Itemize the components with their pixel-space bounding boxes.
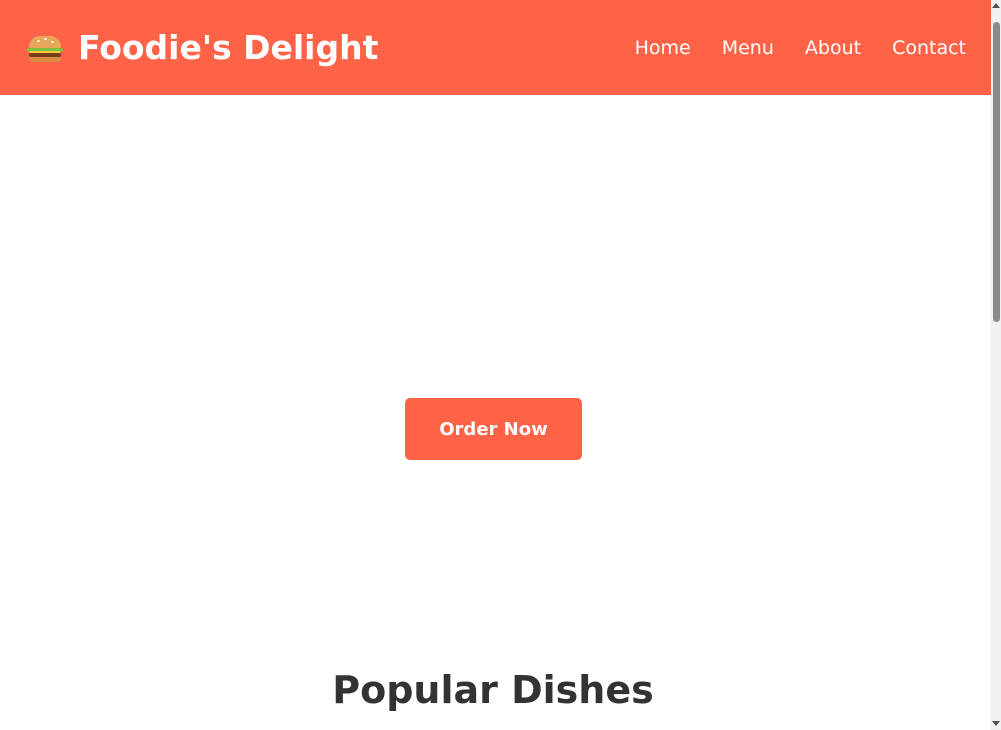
hamburger-icon bbox=[26, 33, 64, 63]
browser-viewport: Foodie's Delight Home Menu About Contact… bbox=[0, 0, 1001, 730]
order-now-button[interactable]: Order Now bbox=[405, 398, 582, 460]
scroll-down-icon[interactable] bbox=[992, 721, 1000, 726]
vertical-scrollbar[interactable] bbox=[991, 0, 1001, 730]
hero-section: Order Now bbox=[0, 95, 991, 655]
page: Foodie's Delight Home Menu About Contact… bbox=[0, 0, 991, 730]
popular-dishes-title: Popular Dishes bbox=[332, 668, 654, 712]
nav-menu[interactable]: Menu bbox=[722, 37, 774, 59]
nav-about[interactable]: About bbox=[805, 37, 861, 59]
scroll-thumb[interactable] bbox=[993, 22, 1000, 322]
main-nav: Home Menu About Contact bbox=[635, 37, 966, 59]
brand-title: Foodie's Delight bbox=[78, 28, 379, 67]
brand[interactable]: Foodie's Delight bbox=[26, 28, 378, 67]
nav-contact[interactable]: Contact bbox=[892, 37, 966, 59]
scroll-up-icon[interactable] bbox=[992, 3, 1000, 8]
site-header: Foodie's Delight Home Menu About Contact bbox=[0, 0, 991, 95]
nav-home[interactable]: Home bbox=[635, 37, 691, 59]
